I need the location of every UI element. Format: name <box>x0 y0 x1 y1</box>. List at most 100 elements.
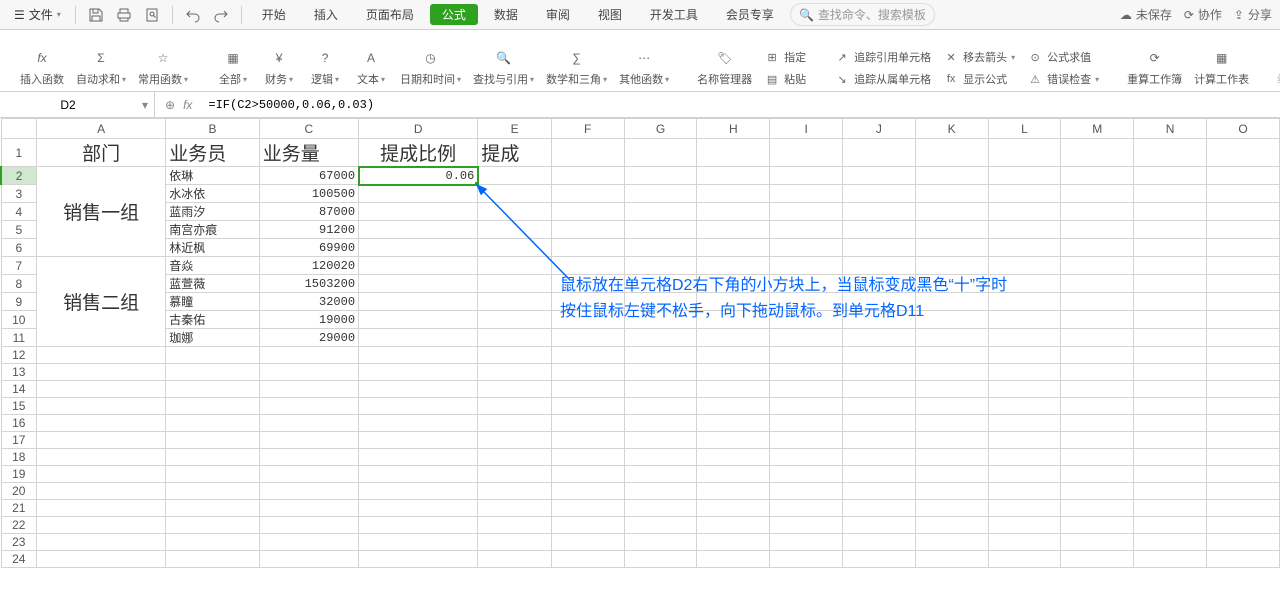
cell[interactable] <box>1134 257 1207 275</box>
paste-name-button[interactable]: ▤粘贴 <box>760 69 810 89</box>
cell[interactable] <box>624 311 697 329</box>
cell[interactable] <box>37 381 166 398</box>
fx-icon[interactable]: fx <box>183 98 192 112</box>
cell[interactable] <box>478 551 551 568</box>
cell[interactable] <box>697 466 770 483</box>
cell[interactable] <box>843 185 916 203</box>
cell[interactable] <box>697 500 770 517</box>
cell[interactable] <box>166 483 259 500</box>
cell[interactable] <box>1207 449 1280 466</box>
cell[interactable] <box>988 329 1061 347</box>
cell[interactable] <box>843 203 916 221</box>
row-header-7[interactable]: 7 <box>1 257 37 275</box>
row-header-19[interactable]: 19 <box>1 466 37 483</box>
cell-C8[interactable]: 1503200 <box>259 275 358 293</box>
cell[interactable] <box>624 432 697 449</box>
row-header-6[interactable]: 6 <box>1 239 37 257</box>
cell[interactable] <box>478 185 551 203</box>
cell[interactable] <box>915 415 988 432</box>
save-icon[interactable] <box>84 3 108 27</box>
col-header-F[interactable]: F <box>551 119 624 139</box>
cell[interactable] <box>915 500 988 517</box>
cell[interactable] <box>843 167 916 185</box>
cell[interactable] <box>624 466 697 483</box>
cell[interactable] <box>1207 257 1280 275</box>
cell[interactable] <box>478 483 551 500</box>
cell[interactable] <box>1061 257 1134 275</box>
cell[interactable] <box>843 449 916 466</box>
cell[interactable] <box>1134 347 1207 364</box>
cell[interactable] <box>1061 500 1134 517</box>
cell[interactable] <box>988 551 1061 568</box>
cell[interactable] <box>551 466 624 483</box>
cell[interactable] <box>1134 203 1207 221</box>
cell[interactable] <box>843 239 916 257</box>
cell[interactable] <box>1061 551 1134 568</box>
cell[interactable] <box>551 500 624 517</box>
cell[interactable] <box>478 415 551 432</box>
cell[interactable] <box>1061 415 1134 432</box>
cell[interactable] <box>988 311 1061 329</box>
cell[interactable] <box>359 293 478 311</box>
tab-insert[interactable]: 插入 <box>302 2 350 27</box>
cell[interactable] <box>770 534 843 551</box>
cell[interactable] <box>843 466 916 483</box>
tab-pagelayout[interactable]: 页面布局 <box>354 2 426 27</box>
recalc-workbook-button[interactable]: ⟳重算工作簿 <box>1123 45 1186 89</box>
cell-B10[interactable]: 古秦佑 <box>166 311 259 329</box>
tab-members[interactable]: 会员专享 <box>714 2 786 27</box>
cell[interactable] <box>988 347 1061 364</box>
cell[interactable] <box>37 364 166 381</box>
cell-C11[interactable]: 29000 <box>259 329 358 347</box>
cell[interactable] <box>259 534 358 551</box>
cell[interactable] <box>770 311 843 329</box>
cell[interactable] <box>359 534 478 551</box>
cell[interactable] <box>1207 311 1280 329</box>
show-formulas-button[interactable]: fx显示公式 <box>939 69 1019 89</box>
cell[interactable] <box>770 293 843 311</box>
cell[interactable] <box>37 534 166 551</box>
row-header-4[interactable]: 4 <box>1 203 37 221</box>
col-header-N[interactable]: N <box>1134 119 1207 139</box>
cell[interactable] <box>478 432 551 449</box>
cell[interactable] <box>259 466 358 483</box>
cell[interactable] <box>359 329 478 347</box>
cell[interactable] <box>551 517 624 534</box>
cell[interactable] <box>770 221 843 239</box>
cell[interactable] <box>915 483 988 500</box>
name-box-dropdown[interactable]: ▾ <box>136 98 154 112</box>
cell[interactable] <box>624 551 697 568</box>
cell[interactable] <box>697 398 770 415</box>
cell[interactable] <box>843 398 916 415</box>
cell[interactable] <box>37 517 166 534</box>
cell[interactable] <box>359 221 478 239</box>
tab-devtools[interactable]: 开发工具 <box>638 2 710 27</box>
cell[interactable] <box>551 551 624 568</box>
cell[interactable] <box>359 398 478 415</box>
cell[interactable] <box>1207 167 1280 185</box>
cell[interactable] <box>37 500 166 517</box>
cell[interactable] <box>1134 381 1207 398</box>
cell[interactable] <box>1061 449 1134 466</box>
cell[interactable] <box>624 398 697 415</box>
cell[interactable] <box>915 311 988 329</box>
cell[interactable] <box>988 415 1061 432</box>
cell[interactable] <box>1061 483 1134 500</box>
cell[interactable] <box>166 398 259 415</box>
cell[interactable] <box>551 364 624 381</box>
cell[interactable] <box>1207 275 1280 293</box>
cell[interactable] <box>551 329 624 347</box>
col-header-I[interactable]: I <box>770 119 843 139</box>
text-fn-button[interactable]: A文本▾ <box>350 45 392 89</box>
cell[interactable] <box>624 534 697 551</box>
cell[interactable] <box>166 534 259 551</box>
cell[interactable] <box>988 139 1061 167</box>
cell[interactable] <box>359 483 478 500</box>
cell[interactable] <box>359 500 478 517</box>
cell[interactable] <box>166 449 259 466</box>
cell[interactable] <box>1207 293 1280 311</box>
cell[interactable] <box>1134 483 1207 500</box>
cell[interactable] <box>478 203 551 221</box>
cell-C7[interactable]: 120020 <box>259 257 358 275</box>
cell[interactable] <box>1207 221 1280 239</box>
